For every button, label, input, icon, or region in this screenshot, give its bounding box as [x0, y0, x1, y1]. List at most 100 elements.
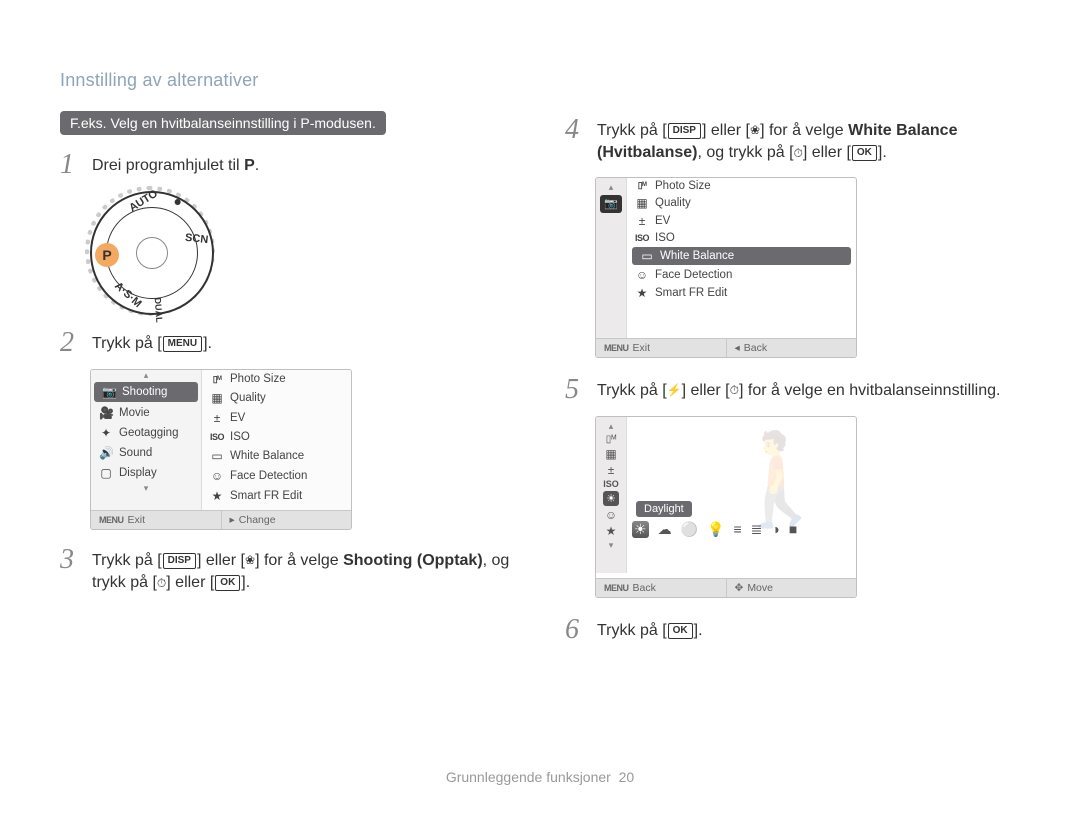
wb-screen: ▴ 📷 ▯ᴹPhoto Size ▦Quality ±EV ISOISO ▭Wh… — [595, 177, 857, 358]
wb-icon-selected: ☀ — [603, 491, 619, 506]
macro-icon: ❀ — [750, 122, 760, 139]
example-banner: F.eks. Velg en hvitbalanseinnstilling i … — [60, 111, 386, 135]
text: ] eller [ — [803, 144, 851, 161]
silhouette-figure: 🚶 — [724, 435, 836, 525]
bold-text: Shooting (Opptak) — [343, 552, 483, 569]
right-arrow-icon: ▸ — [230, 514, 235, 526]
text: Trykk på [ — [92, 552, 162, 569]
text: ] eller [ — [702, 122, 750, 139]
face-icon: ☺ — [635, 268, 649, 282]
camera-icon: 📷 — [600, 195, 622, 213]
foot-exit[interactable]: MENUExit — [596, 339, 726, 357]
wb-daylight-icon[interactable]: ☀ — [632, 521, 649, 538]
star-icon: ★ — [210, 489, 224, 503]
opt-photosize[interactable]: ▯ᴹ Photo Size — [202, 370, 351, 388]
opt-face[interactable]: ☺ Face Detection — [202, 466, 351, 486]
opt-iso[interactable]: ISOISO — [202, 428, 351, 446]
left-icon-column: ▴ ▯ᴹ ▦ ± ISO ☀ ☺ ★ ▾ — [596, 417, 627, 573]
step-text: Trykk på [MENU]. — [92, 329, 212, 355]
label: Change — [239, 514, 276, 526]
right-column: 4 Trykk på [DISP] eller [❀] for å velge … — [565, 70, 1020, 656]
menu-item-sound[interactable]: 🔊Sound — [91, 443, 201, 463]
wb-icon: ▭ — [640, 249, 654, 263]
label: Quality — [655, 197, 691, 209]
foot-move[interactable]: ✥Move — [726, 579, 857, 597]
label: Photo Size — [230, 373, 286, 385]
text: ] eller [ — [197, 552, 245, 569]
opt-wb[interactable]: ▭White Balance — [202, 446, 351, 466]
menu-right-pane: ▯ᴹ Photo Size ▦Quality ± EV ISOISO ▭White … — [202, 370, 351, 510]
step-1: 1 Drei programhjulet til P. — [60, 151, 515, 179]
disp-button-icon: DISP — [163, 553, 196, 569]
opt-ev[interactable]: ± EV — [202, 408, 351, 428]
menu-small-icon: MENU — [99, 515, 124, 525]
ok-button-icon: OK — [852, 145, 877, 161]
opt-wb-selected[interactable]: ▭ White Balance — [632, 247, 851, 265]
step-5: 5 Trykk på [⚡] eller [⏱] for å velge en … — [565, 376, 1020, 404]
menu-item-display[interactable]: ▢Display — [91, 463, 201, 483]
wb-cloudy-icon[interactable]: ☁ — [658, 521, 672, 538]
label: Display — [119, 467, 157, 479]
wb-icon[interactable]: ⚪ — [681, 521, 698, 538]
foot-back[interactable]: ◂Back — [726, 339, 857, 357]
menu-item-movie[interactable]: 🎥Movie — [91, 403, 201, 423]
icon: ▯ᴹ — [606, 434, 617, 445]
icon: ★ — [606, 524, 617, 538]
opt-ev[interactable]: ±EV — [627, 212, 856, 230]
star-icon: ★ — [635, 286, 649, 300]
label: EV — [230, 412, 245, 424]
dial-outer: AUTO P A·S·M DUAL ● SCN — [90, 191, 214, 315]
label: Move — [747, 582, 773, 594]
wb-fluor1-icon[interactable]: ≡ — [733, 521, 741, 538]
wb-option-row: ☀ ☁ ⚪ 💡 ≡ ≣ ◑ ■ — [632, 521, 797, 538]
ev-icon: ± — [210, 411, 224, 425]
menu-item-shooting[interactable]: 📷Shooting — [94, 382, 198, 402]
wb-fluor2-icon[interactable]: ≣ — [751, 521, 763, 538]
step-2: 2 Trykk på [MENU]. — [60, 329, 515, 357]
text: , og trykk på [ — [697, 144, 793, 161]
menu-button-icon: MENU — [163, 336, 202, 352]
foot-back[interactable]: MENU Back — [596, 579, 726, 597]
opt-photosize[interactable]: ▯ᴹPhoto Size — [627, 178, 856, 194]
movie-icon: 🎥 — [99, 406, 113, 420]
section-title: Innstilling av alternativer — [60, 70, 515, 91]
label: Sound — [119, 447, 152, 459]
text: ] for å velge — [760, 122, 848, 139]
menu-item-geotagging[interactable]: ✦Geotagging — [91, 423, 201, 443]
label: Exit — [633, 342, 651, 354]
daylight-label: Daylight — [636, 501, 692, 517]
face-icon: ☺ — [210, 469, 224, 483]
mode-dial: AUTO P A·S·M DUAL ● SCN — [90, 191, 210, 311]
icon: ☺ — [605, 508, 617, 522]
text: ]. — [241, 574, 250, 591]
menu-small-icon: MENU — [604, 583, 629, 593]
opt-quality[interactable]: ▦Quality — [202, 388, 351, 408]
opt-smartfr[interactable]: ★ Smart FR Edit — [202, 486, 351, 506]
label: Face Detection — [230, 470, 307, 482]
label: Smart FR Edit — [655, 287, 727, 299]
wb-tungsten-icon[interactable]: 💡 — [707, 521, 724, 538]
text: ]. — [694, 622, 703, 639]
label: White Balance — [660, 250, 734, 262]
size-icon: ▯ᴹ — [210, 374, 224, 385]
label: Geotagging — [119, 427, 178, 439]
text: Trykk på [ — [597, 622, 667, 639]
wb-custom-icon[interactable]: ■ — [789, 521, 797, 538]
move-icon: ✥ — [735, 582, 744, 594]
foot-change[interactable]: ▸ Change — [221, 511, 352, 529]
step-3: 3 Trykk på [DISP] eller [❀] for å velge … — [60, 546, 515, 595]
label: Exit — [128, 514, 146, 526]
foot-exit[interactable]: MENU Exit — [91, 511, 221, 529]
opt-smartfr[interactable]: ★ Smart FR Edit — [627, 284, 856, 302]
text: Trykk på [ — [597, 382, 667, 399]
page-footer: Grunnleggende funksjoner 20 — [0, 769, 1080, 785]
quality-icon: ▦ — [210, 391, 224, 405]
opt-quality[interactable]: ▦Quality — [627, 194, 856, 212]
wb-icon[interactable]: ◑ — [771, 521, 779, 538]
label: Back — [633, 582, 656, 594]
opt-face[interactable]: ☺Face Detection — [627, 266, 856, 284]
step-text: Trykk på [OK]. — [597, 616, 703, 642]
label: Smart FR Edit — [230, 490, 302, 502]
text: Trykk på [ — [92, 335, 162, 352]
opt-iso[interactable]: ISOISO — [627, 230, 856, 246]
